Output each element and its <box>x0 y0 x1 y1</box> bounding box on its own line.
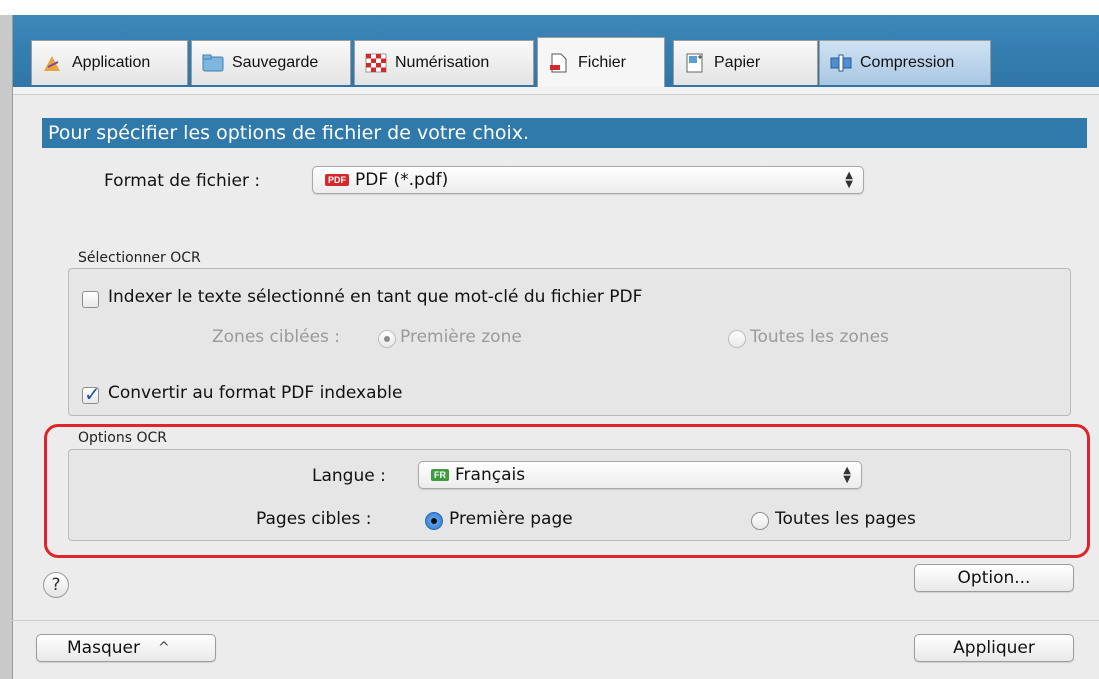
tab-sauvegarde-label: Sauvegarde <box>232 54 319 71</box>
convert-pdf-checkbox[interactable]: ✓ <box>82 382 101 406</box>
compression-icon <box>830 53 852 73</box>
tab-numerisation[interactable]: Numérisation <box>354 40 534 85</box>
highlight-annotation <box>44 424 1090 558</box>
section-heading: Pour spécifier les options de fichier de… <box>42 118 1087 148</box>
file-format-value: PDF (*.pdf) <box>355 170 449 190</box>
paper-icon <box>684 53 706 73</box>
tab-panel-edge <box>13 87 1099 95</box>
pdf-badge-icon: PDF <box>325 174 349 186</box>
tab-papier[interactable]: Papier <box>673 40 818 85</box>
hide-button[interactable]: Masquer ^ <box>36 634 216 662</box>
file-icon <box>548 53 570 73</box>
convert-pdf-label: Convertir au format PDF indexable <box>108 383 403 403</box>
all-zones-label: Toutes les zones <box>750 327 889 347</box>
ocr-select-group-label: Sélectionner OCR <box>78 250 201 266</box>
tab-compression[interactable]: Compression <box>819 40 991 85</box>
apply-button[interactable]: Appliquer <box>914 634 1074 662</box>
folder-icon <box>202 53 224 73</box>
index-text-label: Indexer le texte sélectionné en tant que… <box>108 287 643 307</box>
first-zone-label: Première zone <box>400 327 522 347</box>
application-icon <box>42 53 64 73</box>
tab-application[interactable]: Application <box>31 40 188 85</box>
tab-application-label: Application <box>72 54 151 71</box>
hide-button-label: Masquer <box>67 638 140 658</box>
tab-bar: Application Sauvegarde Numérisation Fich… <box>13 15 1099 87</box>
window-edge <box>0 15 12 679</box>
tab-fichier[interactable]: Fichier <box>537 37 665 87</box>
tab-sauvegarde[interactable]: Sauvegarde <box>191 40 351 85</box>
footer-separator <box>12 620 1099 621</box>
file-format-label: Format de fichier : <box>104 171 261 191</box>
tab-numerisation-label: Numérisation <box>395 54 490 71</box>
tab-fichier-label: Fichier <box>578 53 627 71</box>
tab-papier-label: Papier <box>714 54 761 71</box>
tab-compression-label: Compression <box>860 54 955 71</box>
file-format-select[interactable]: PDF PDF (*.pdf) ▲ ▼ <box>312 166 864 194</box>
index-text-checkbox[interactable] <box>82 291 99 308</box>
checkmark-icon: ✓ <box>84 382 101 406</box>
all-zones-radio[interactable] <box>728 330 746 348</box>
option-button[interactable]: Option... <box>914 564 1074 592</box>
scan-icon <box>365 53 387 73</box>
target-zones-label: Zones ciblées : <box>212 327 341 347</box>
first-zone-radio[interactable] <box>378 330 396 348</box>
help-button[interactable]: ? <box>43 572 69 598</box>
chevron-up-icon: ^ <box>157 640 170 656</box>
popup-arrows-icon: ▲ ▼ <box>845 170 853 190</box>
top-strip <box>0 0 1099 15</box>
